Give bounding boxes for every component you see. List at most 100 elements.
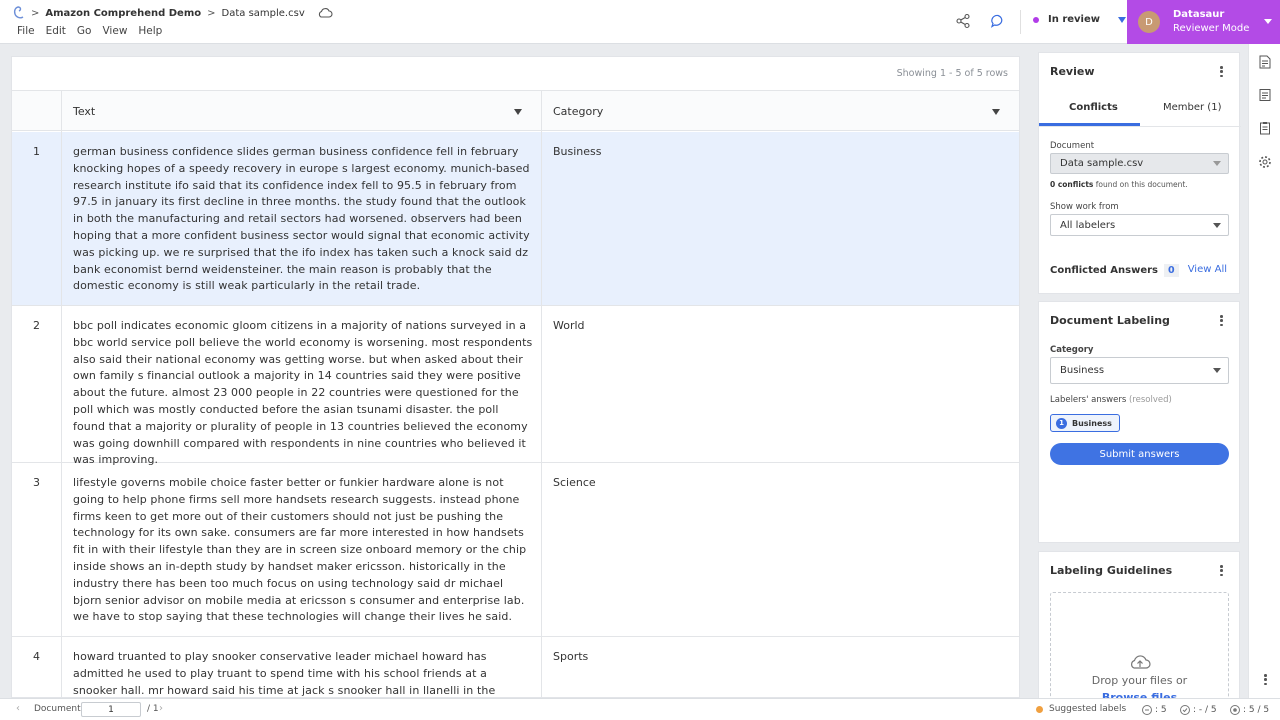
reviewed-icon [1230,705,1240,715]
chevron-down-icon [1213,368,1221,373]
more-options-icon[interactable] [1220,315,1223,326]
conflicts-note: 0 conflicts found on this document. [1050,180,1188,189]
tab-conflicts[interactable]: Conflicts [1069,102,1118,113]
table-row[interactable]: 4 howard truanted to play snooker conser… [12,637,1019,697]
document-labeling-panel: Document Labeling Category Business Labe… [1038,301,1240,543]
user-menu[interactable]: D Datasaur Reviewer Mode [1127,0,1280,44]
menu-bar: File Edit Go View Help [17,25,162,37]
row-text[interactable]: bbc poll indicates economic gloom citize… [73,318,533,469]
cloud-upload-icon [1131,655,1151,669]
previous-document-icon[interactable]: ‹ [16,703,20,714]
menu-view[interactable]: View [102,25,127,37]
document-edit-icon[interactable] [1258,55,1272,69]
label-icon [1142,705,1152,715]
document-select-value: Data sample.csv [1060,158,1144,169]
settings-icon[interactable] [1258,155,1272,169]
row-category[interactable]: Sports [553,650,588,663]
menu-file[interactable]: File [17,25,35,37]
conflicted-answers-label: Conflicted Answers [1050,265,1159,276]
column-menu-caret-icon[interactable] [992,109,1000,115]
document-select[interactable]: Data sample.csv [1050,153,1229,174]
answer-chip-label: Business [1072,418,1112,428]
bottom-status-bar: ‹ Document / 1 › Suggested labels : 5 : … [0,698,1280,720]
status-selector[interactable]: In review [1033,14,1127,25]
conflicts-note-text: found on this document. [1095,180,1188,189]
row-number-header [12,91,62,132]
submit-answers-button[interactable]: Submit answers [1050,443,1229,465]
column-divider [541,306,542,462]
show-work-select[interactable]: All labelers [1050,214,1229,236]
row-number: 3 [12,463,62,636]
next-document-icon[interactable]: › [159,703,163,714]
tab-member[interactable]: Member (1) [1163,102,1221,113]
breadcrumb-separator: > [31,7,40,19]
row-category[interactable]: Business [553,145,602,158]
breadcrumb-separator: > [207,7,216,19]
row-text[interactable]: howard truanted to play snooker conserva… [73,649,533,697]
labeling-guidelines-title: Labeling Guidelines [1050,564,1173,577]
answered-icon [1180,705,1190,715]
column-header-text[interactable]: Text [73,105,95,118]
clipboard-icon[interactable] [1258,121,1272,135]
row-text[interactable]: lifestyle governs mobile choice faster b… [73,475,533,626]
review-tabs: Conflicts Member (1) [1039,96,1241,127]
answer-count-badge: 1 [1056,417,1067,429]
labelers-answers-note: (resolved) [1128,395,1172,405]
more-options-icon[interactable] [1220,565,1223,576]
datasaur-logo-icon[interactable] [11,5,27,21]
view-all-link[interactable]: View All [1188,264,1227,275]
row-number: 2 [12,306,62,462]
chevron-down-icon [1264,19,1272,24]
column-header-category[interactable]: Category [553,105,603,118]
reviewed-count-stat: : 5 / 5 [1229,704,1269,716]
labelers-answers-text: Labelers' answers [1050,395,1127,405]
right-rail [1248,44,1280,698]
row-number: 1 [12,132,62,305]
labeling-guidelines-panel: Labeling Guidelines Drop your files or B… [1038,551,1240,712]
comment-icon[interactable] [990,13,1006,29]
conflicted-answers: Conflicted Answers 0 [1050,264,1179,277]
column-menu-caret-icon[interactable] [514,109,522,115]
column-divider [541,132,542,305]
table-row[interactable]: 2 bbc poll indicates economic gloom citi… [12,306,1019,466]
share-icon[interactable] [955,13,971,29]
category-label: Category [1050,345,1094,355]
breadcrumb-project[interactable]: Amazon Comprehend Demo [45,8,201,19]
breadcrumb-file[interactable]: Data sample.csv [222,8,305,19]
answer-chip[interactable]: 1 Business [1050,414,1120,432]
row-category[interactable]: Science [553,476,596,489]
status-label: In review [1048,14,1101,25]
column-divider [541,637,542,697]
suggested-labels-dot-icon [1036,705,1043,713]
column-divider [541,91,542,132]
label-count-value: : 5 [1155,705,1167,715]
cloud-icon [318,8,333,18]
answered-count-value: : - / 5 [1193,705,1217,715]
category-select[interactable]: Business [1050,357,1229,384]
menu-edit[interactable]: Edit [46,25,66,37]
table-row[interactable]: 1 german business confidence slides germ… [12,132,1019,306]
data-table-panel: Showing 1 - 5 of 5 rows Text Category 1 … [11,56,1020,698]
document-page-input[interactable] [81,702,141,717]
label-count-stat: : 5 [1141,704,1167,716]
row-category[interactable]: World [553,319,585,332]
document-nav-label: Document [34,704,81,714]
menu-go[interactable]: Go [77,25,92,37]
more-options-icon[interactable] [1264,674,1267,685]
row-text[interactable]: german business confidence slides german… [73,144,533,295]
menu-help[interactable]: Help [138,25,162,37]
user-mode: Reviewer Mode [1173,23,1250,34]
status-dot-icon [1033,16,1039,23]
review-list-icon[interactable] [1258,88,1272,102]
review-title: Review [1050,65,1095,78]
document-total: / 1 [147,704,159,714]
suggested-labels-indicator[interactable]: Suggested labels [1036,704,1126,714]
breadcrumb: > Amazon Comprehend Demo > Data sample.c… [31,5,333,21]
row-count-text: Showing 1 - 5 of 5 rows [896,68,1008,79]
row-number: 4 [12,637,62,697]
table-row[interactable]: 3 lifestyle governs mobile choice faster… [12,463,1019,637]
file-dropzone[interactable]: Drop your files or Browse files [1050,592,1229,712]
divider [1020,10,1021,34]
chevron-down-icon [1118,16,1127,23]
more-options-icon[interactable] [1220,66,1223,77]
